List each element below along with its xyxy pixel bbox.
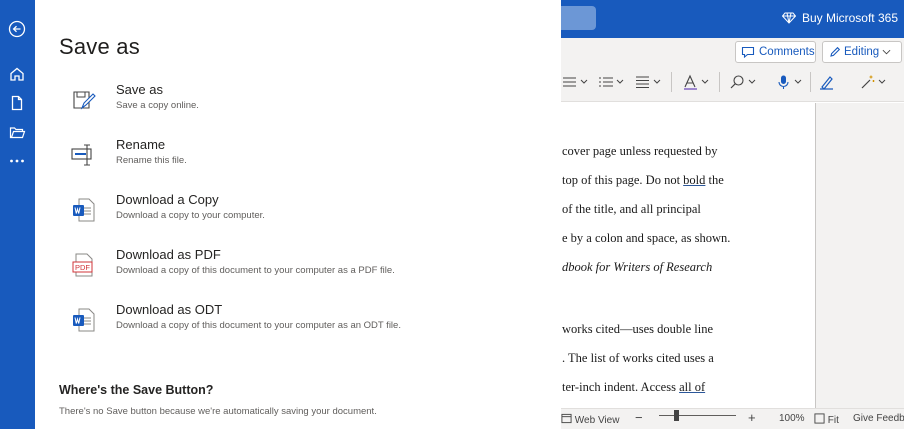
fit-icon [814,413,825,424]
document-line: works cited—uses double line [562,322,714,336]
editing-label: Editing [844,46,880,58]
option-label: Download as PDF [116,247,221,262]
ribbon-divider [719,72,720,92]
document-line: ter-inch indent. Access all of [562,380,706,394]
option-label: Save as [116,82,163,97]
navigation-rail [0,0,35,429]
buy-microsoft-365-button[interactable]: Buy Microsoft 365 [781,11,898,25]
download-odt-option[interactable]: Download as ODT Download a copy of this … [59,302,539,346]
web-view-icon [561,413,572,424]
zoom-out-button[interactable]: − [635,410,643,425]
document-line: . The list of works cited uses a [562,351,714,365]
numbering-icon [599,77,613,87]
editing-mode-button[interactable]: Editing [822,41,902,63]
chevron-down-icon [653,79,661,84]
open-folder-icon[interactable] [6,121,28,143]
download-copy-option[interactable]: Download a Copy Download a copy to your … [59,192,539,236]
comments-button[interactable]: Comments [735,41,816,63]
microphone-icon [778,75,789,89]
word-document-icon [71,196,97,224]
diamond-icon [781,12,796,24]
option-description: Save a copy online. [116,100,199,111]
zoom-level[interactable]: 100% [779,413,805,424]
ribbon-divider [671,72,672,92]
pdf-icon: PDF [71,251,97,279]
odt-icon [71,306,97,334]
search-box[interactable] [561,6,596,30]
rename-icon [71,141,97,169]
option-description: Rename this file. [116,155,187,166]
editor-button[interactable] [818,72,835,92]
fit-button[interactable]: Fit [814,413,839,426]
pdf-icon-text: PDF [75,263,90,272]
designer-button[interactable] [859,72,886,92]
magic-wand-icon [861,75,875,89]
title-bar: Buy Microsoft 365 [561,0,904,38]
option-description: Download a copy of this document to your… [116,265,395,276]
find-button[interactable] [729,72,756,92]
bullets-button[interactable] [561,72,588,92]
chevron-down-icon [616,79,624,84]
comment-icon [741,46,755,58]
chevron-down-icon [882,49,891,55]
zoom-slider-thumb[interactable] [674,410,679,421]
option-label: Download as ODT [116,302,223,317]
align-icon [636,76,649,88]
web-view-button[interactable]: Web View [561,413,619,426]
editor-icon [820,76,833,90]
save-button-explanation: There's no Save button because we're aut… [59,406,377,417]
option-label: Rename [116,137,166,152]
rename-option[interactable]: Rename Rename this file. [59,137,539,181]
give-feedback-button[interactable]: Give Feedb [853,413,904,424]
option-description: Download a copy of this document to your… [116,320,401,331]
align-button[interactable] [634,72,661,92]
save-button-heading: Where's the Save Button? [59,383,214,397]
chevron-down-icon [580,79,588,84]
save-as-panel: Save as Save as Save a copy online. Rena… [35,0,561,429]
back-arrow-icon[interactable] [6,18,28,40]
document-line: of the title, and all principal [562,202,701,216]
save-as-option[interactable]: Save as Save a copy online. [59,82,539,126]
chevron-down-icon [701,79,709,84]
zoom-in-button[interactable]: + [748,410,756,425]
option-description: Download a copy to your computer. [116,210,265,221]
more-icon[interactable] [6,150,28,172]
home-icon[interactable] [6,63,28,85]
chevron-down-icon [748,79,756,84]
buy-label: Buy Microsoft 365 [801,11,898,25]
fit-label: Fit [827,415,839,426]
document-line: top of this page. Do not bold the [562,173,724,187]
page-title: Save as [59,34,140,59]
zoom-slider-track[interactable] [659,415,736,416]
document-line: e by a colon and space, as shown. [562,231,731,245]
download-pdf-option[interactable]: PDF Download as PDF Download a copy of t… [59,247,539,291]
styles-icon [684,74,697,90]
save-as-icon [71,86,97,114]
bullets-icon [563,77,576,87]
numbering-button[interactable] [597,72,624,92]
styles-button[interactable] [682,72,709,92]
web-view-label: Web View [574,415,620,426]
ribbon-divider [810,72,811,92]
comments-label: Comments [759,46,815,58]
document-line: cover page unless requested by [562,144,718,158]
option-label: Download a Copy [116,192,219,207]
chevron-down-icon [794,79,802,84]
search-icon [730,75,744,89]
status-bar: Web View − + 100% Fit Give Feedb [561,408,904,429]
pencil-icon [830,46,841,57]
document-line: dbook for Writers of Research [562,260,713,274]
new-document-icon[interactable] [6,92,28,114]
chevron-down-icon [878,79,886,84]
dictate-button[interactable] [775,72,802,92]
